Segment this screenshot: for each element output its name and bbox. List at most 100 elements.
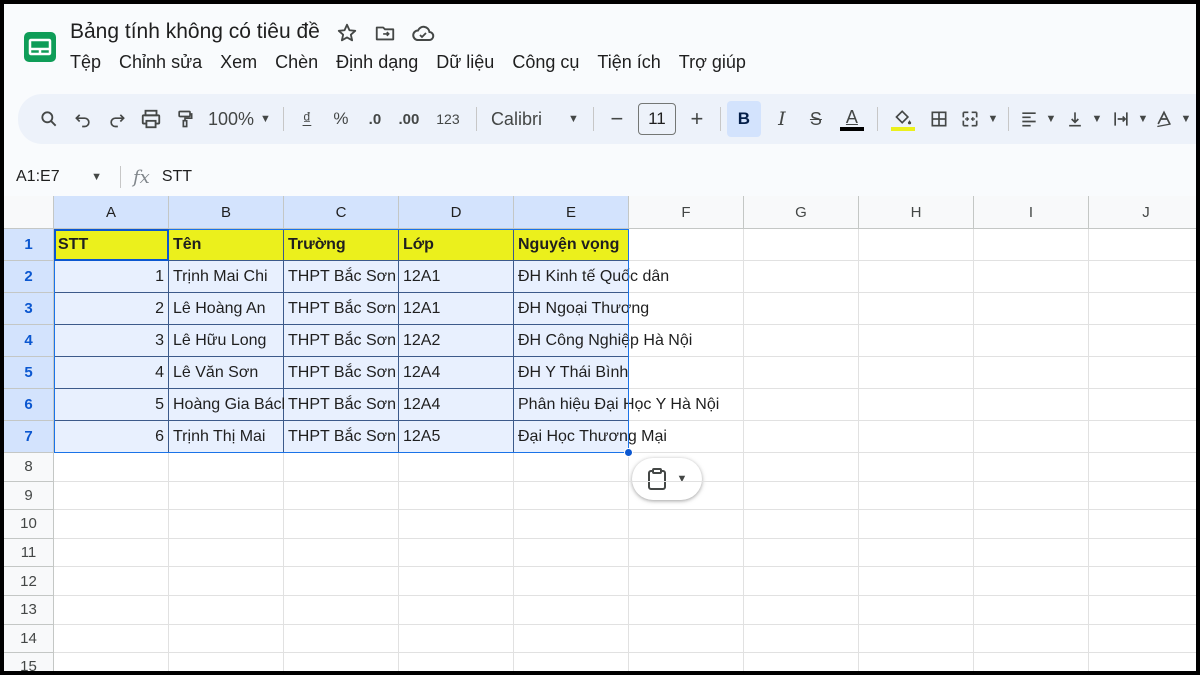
cell-e10[interactable]	[514, 510, 629, 539]
cell-i13[interactable]	[974, 596, 1089, 625]
cell-a4[interactable]: 3	[54, 325, 169, 357]
cell-a3[interactable]: 2	[54, 293, 169, 325]
cell-h15[interactable]	[859, 653, 974, 671]
print-icon[interactable]	[134, 101, 168, 137]
cell-e8[interactable]	[514, 453, 629, 482]
column-header-j[interactable]: J	[1089, 196, 1196, 229]
cell-b8[interactable]	[169, 453, 284, 482]
cell-f3[interactable]	[629, 293, 744, 325]
formula-input[interactable]: STT	[162, 168, 192, 186]
cell-j4[interactable]	[1089, 325, 1196, 357]
menu-edit[interactable]: Chỉnh sửa	[119, 52, 202, 73]
cell-d15[interactable]	[399, 653, 514, 671]
cell-j3[interactable]	[1089, 293, 1196, 325]
cell-d5[interactable]: 12A4	[399, 357, 514, 389]
cell-b4[interactable]: Lê Hữu Long	[169, 325, 284, 357]
cell-b7[interactable]: Trịnh Thị Mai	[169, 421, 284, 453]
borders-icon[interactable]	[922, 101, 956, 137]
cell-j5[interactable]	[1089, 357, 1196, 389]
cell-c13[interactable]	[284, 596, 399, 625]
redo-icon[interactable]	[100, 101, 134, 137]
cell-a5[interactable]: 4	[54, 357, 169, 389]
strikethrough-button[interactable]: S	[799, 101, 833, 137]
cell-j8[interactable]	[1089, 453, 1196, 482]
cell-e3[interactable]: ĐH Ngoại Thương	[514, 293, 649, 325]
column-header-e[interactable]: E	[514, 196, 629, 229]
cell-e12[interactable]	[514, 567, 629, 596]
cell-i3[interactable]	[974, 293, 1089, 325]
cell-e14[interactable]	[514, 624, 629, 654]
cell-h10[interactable]	[859, 510, 974, 539]
cell-j10[interactable]	[1089, 510, 1196, 539]
cell-b1[interactable]: Tên	[169, 229, 284, 261]
cell-b2[interactable]: Trịnh Mai Chi	[169, 261, 284, 293]
cell-f12[interactable]	[629, 567, 744, 596]
cell-a15[interactable]	[54, 653, 169, 671]
row-header-8[interactable]: 8	[4, 453, 54, 482]
cell-a14[interactable]	[54, 624, 169, 654]
cell-g8[interactable]	[744, 453, 859, 482]
cell-d8[interactable]	[399, 453, 514, 482]
cell-a8[interactable]	[54, 453, 169, 482]
cell-e13[interactable]	[514, 596, 629, 625]
cell-j7[interactable]	[1089, 421, 1196, 453]
fill-handle[interactable]	[624, 448, 633, 457]
cell-i12[interactable]	[974, 567, 1089, 596]
percent-format-button[interactable]: %	[324, 101, 358, 137]
cell-d9[interactable]	[399, 481, 514, 511]
cell-g3[interactable]	[744, 293, 859, 325]
cell-h5[interactable]	[859, 357, 974, 389]
fill-color-button[interactable]	[884, 101, 922, 137]
cell-e2[interactable]: ĐH Kinh tế Quốc dân	[514, 261, 669, 293]
cell-j12[interactable]	[1089, 567, 1196, 596]
zoom-select[interactable]: 100% ▼	[202, 101, 277, 137]
cell-i9[interactable]	[974, 481, 1089, 511]
cell-h6[interactable]	[859, 389, 974, 421]
cell-a12[interactable]	[54, 567, 169, 596]
star-icon[interactable]	[334, 20, 360, 46]
cell-a11[interactable]	[54, 538, 169, 568]
cell-d2[interactable]: 12A1	[399, 261, 514, 293]
vertical-align-icon[interactable]: ▼	[1061, 101, 1107, 137]
cell-a13[interactable]	[54, 596, 169, 625]
document-title[interactable]: Bảng tính không có tiêu đề	[70, 20, 320, 44]
cell-d3[interactable]: 12A1	[399, 293, 514, 325]
cell-b11[interactable]	[169, 538, 284, 568]
decrease-font-size-button[interactable]: −	[600, 101, 634, 137]
cell-b15[interactable]	[169, 653, 284, 671]
font-size-input[interactable]: 11	[637, 103, 676, 135]
cell-b3[interactable]: Lê Hoàng An	[169, 293, 284, 325]
cell-b10[interactable]	[169, 510, 284, 539]
move-to-folder-icon[interactable]	[372, 20, 398, 46]
cell-g2[interactable]	[744, 261, 859, 293]
cell-g1[interactable]	[744, 229, 859, 261]
cell-h9[interactable]	[859, 481, 974, 511]
text-rotation-icon[interactable]: ▼	[1153, 101, 1193, 137]
cell-f8[interactable]	[629, 453, 744, 482]
menu-format[interactable]: Định dạng	[336, 52, 418, 73]
cell-d12[interactable]	[399, 567, 514, 596]
cell-f6[interactable]	[629, 389, 744, 421]
cell-a6[interactable]: 5	[54, 389, 169, 421]
cell-c10[interactable]	[284, 510, 399, 539]
cell-c2[interactable]: THPT Bắc Sơn	[284, 261, 399, 293]
cell-f4[interactable]	[629, 325, 744, 357]
cell-d10[interactable]	[399, 510, 514, 539]
cell-h1[interactable]	[859, 229, 974, 261]
cell-e5[interactable]: ĐH Y Thái Bình	[514, 357, 629, 389]
cell-i6[interactable]	[974, 389, 1089, 421]
search-icon[interactable]	[32, 101, 66, 137]
row-header-14[interactable]: 14	[4, 624, 54, 654]
cell-d11[interactable]	[399, 538, 514, 568]
row-header-4[interactable]: 4	[4, 325, 54, 357]
cell-d14[interactable]	[399, 624, 514, 654]
row-header-13[interactable]: 13	[4, 596, 54, 625]
cell-f9[interactable]	[629, 481, 744, 511]
merge-cells-icon[interactable]: ▼	[956, 101, 1002, 137]
cell-c5[interactable]: THPT Bắc Sơn	[284, 357, 399, 389]
cell-a9[interactable]	[54, 481, 169, 511]
cell-b14[interactable]	[169, 624, 284, 654]
menu-extensions[interactable]: Tiện ích	[597, 52, 660, 73]
cell-c11[interactable]	[284, 538, 399, 568]
row-header-3[interactable]: 3	[4, 293, 54, 325]
